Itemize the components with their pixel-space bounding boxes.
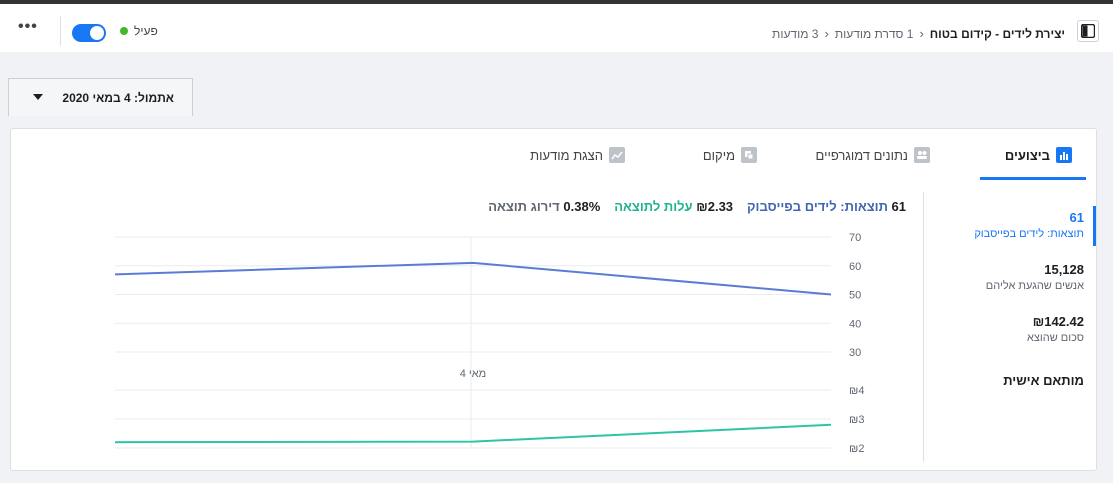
y-tick-label: ₪4 [849,385,864,397]
divider [60,16,61,46]
y-tick-label: ₪2 [849,443,864,455]
breadcrumb-ads[interactable]: 3 מודעות [772,27,818,41]
y-tick-label: 60 [849,261,861,273]
insights-card: ביצועים נתונים דמוגרפיים מיקום הצגת מודע… [10,128,1097,471]
x-tick-label: מאי 4 [460,368,487,380]
y-tick-label: 40 [849,318,861,330]
series-line [114,261,832,296]
caret-down-icon [33,94,43,100]
more-options-button[interactable]: ••• [18,18,38,36]
series-line [114,423,832,444]
date-selector-label: אתמול: 4 במאי 2020 [62,91,174,105]
y-tick-label: 50 [849,290,861,302]
date-selector[interactable]: אתמול: 4 במאי 2020 [8,78,193,116]
breadcrumb: יצירת לידים - קידום בטוח ‹ 1 סדרת מודעות… [772,26,1065,41]
y-tick-label: 30 [849,347,861,359]
toggle-knob [90,26,104,40]
chevron-left-icon: ‹ [824,26,829,41]
status-label: פעיל [134,24,158,38]
panel-toggle-icon[interactable] [1077,20,1099,42]
status-toggle[interactable] [72,24,106,42]
status-indicator: פעיל [120,24,158,38]
y-tick-label: 70 [849,232,861,244]
y-tick-label: ₪3 [849,414,864,426]
breadcrumb-ad-sets[interactable]: 1 סדרת מודעות [835,27,914,41]
active-dot-icon [120,27,128,35]
performance-chart: 70 60 50 40 30 מאי 4 ₪4 ₪3 ₪2 [114,232,864,455]
chevron-left-icon: ‹ [919,26,924,41]
top-bar: יצירת לידים - קידום בטוח ‹ 1 סדרת מודעות… [0,0,1113,52]
breadcrumb-campaign[interactable]: יצירת לידים - קידום בטוח [930,27,1065,41]
